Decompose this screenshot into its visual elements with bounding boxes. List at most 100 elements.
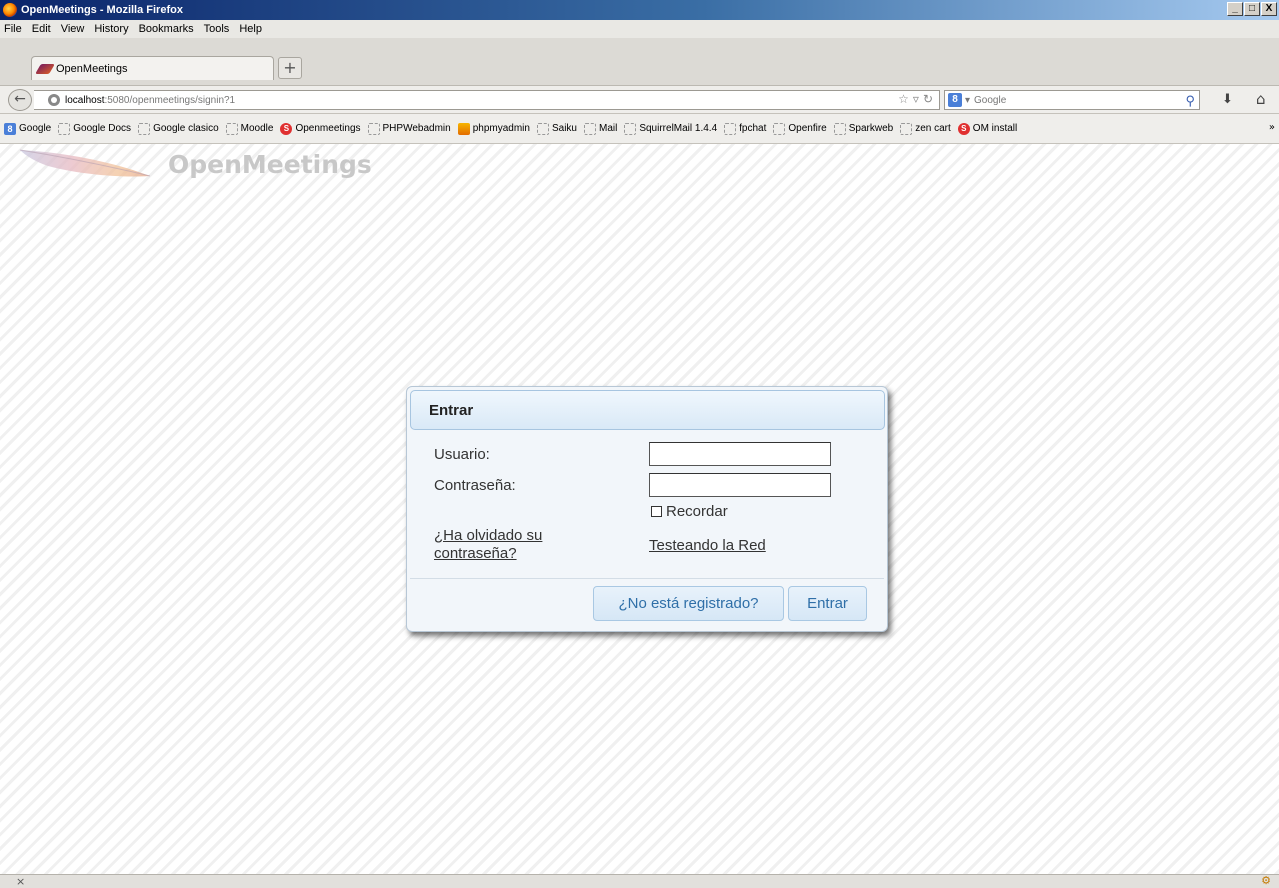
search-engine-dropdown-icon[interactable]: ▾	[965, 95, 970, 106]
bookmark-item[interactable]: Google clasico	[138, 122, 219, 135]
bookmark-label: Openfire	[788, 123, 827, 134]
menu-edit[interactable]: Edit	[32, 23, 51, 35]
bookmark-item[interactable]: 8 Google	[4, 122, 52, 135]
bookmark-star-icon[interactable]: ☆	[898, 92, 909, 106]
page-favicon-icon	[900, 122, 913, 135]
bookmark-label: Saiku	[551, 123, 577, 134]
menu-bookmarks[interactable]: Bookmarks	[139, 23, 194, 35]
addon-bar-icon[interactable]: ⚙	[1261, 874, 1271, 887]
bookmark-item[interactable]: fpchat	[724, 122, 767, 135]
minimize-button[interactable]: _	[1227, 2, 1243, 16]
bookmark-label: zen cart	[915, 123, 951, 134]
bookmark-item[interactable]: zen cart	[900, 122, 951, 135]
bookmark-label: PHPWebadmin	[382, 123, 451, 134]
bookmark-item[interactable]: PHPWebadmin	[367, 122, 451, 135]
tab-label: OpenMeetings	[56, 62, 128, 75]
username-input[interactable]	[649, 442, 831, 466]
forgot-line-2: contraseña?	[434, 545, 517, 562]
page-favicon-icon	[367, 122, 380, 135]
bookmark-label: Google	[19, 123, 52, 134]
close-button[interactable]: X	[1261, 2, 1277, 16]
remember-checkbox[interactable]	[651, 506, 662, 517]
address-bar[interactable]: localhost :5080/openmeetings/signin?1 ☆ …	[34, 90, 940, 110]
bookmark-item[interactable]: Google Docs	[58, 122, 131, 135]
username-label: Usuario:	[434, 446, 490, 463]
page-favicon-icon	[58, 122, 71, 135]
feather-favicon-icon	[35, 63, 55, 74]
url-path: :5080/openmeetings/signin?1	[104, 94, 236, 106]
bookmark-item[interactable]: Sparkweb	[833, 122, 894, 135]
page-favicon-icon	[724, 122, 737, 135]
tab-strip: OpenMeetings +	[0, 38, 1279, 86]
page-favicon-icon	[833, 122, 846, 135]
search-placeholder: Google	[974, 94, 1007, 106]
dialog-divider	[410, 578, 884, 579]
window-titlebar: OpenMeetings - Mozilla Firefox _ □ X	[0, 0, 1279, 20]
globe-icon	[48, 94, 60, 106]
bookmark-item[interactable]: S OM install	[957, 122, 1018, 135]
bookmark-label: fpchat	[739, 123, 767, 134]
bookmark-label: Google clasico	[153, 123, 219, 134]
bookmark-item[interactable]: S Openmeetings	[280, 122, 361, 135]
history-dropdown-icon[interactable]: ▿	[913, 92, 919, 106]
password-label: Contraseña:	[434, 477, 516, 494]
bookmark-label: Openmeetings	[295, 123, 361, 134]
close-findbar-icon[interactable]: ×	[16, 875, 25, 888]
page-favicon-icon	[536, 122, 549, 135]
bookmark-item[interactable]: SquirrelMail 1.4.4	[624, 122, 718, 135]
pma-favicon-icon	[457, 122, 470, 135]
network-test-link[interactable]: Testeando la Red	[649, 537, 766, 555]
remember-me[interactable]: Recordar	[651, 503, 728, 520]
google-favicon-icon: 8	[4, 122, 16, 135]
dialog-title: Entrar	[429, 402, 474, 419]
bookmark-label: Mail	[598, 123, 618, 134]
menu-help[interactable]: Help	[239, 23, 262, 35]
home-icon[interactable]: ⌂	[1256, 90, 1266, 108]
url-actions: ☆ ▿ ↻	[898, 92, 933, 106]
brand-title: OpenMeetings	[168, 150, 372, 179]
page-favicon-icon	[225, 122, 238, 135]
menu-view[interactable]: View	[61, 23, 85, 35]
menu-history[interactable]: History	[94, 23, 128, 35]
menu-file[interactable]: File	[4, 23, 22, 35]
navigation-bar: ← localhost :5080/openmeetings/signin?1 …	[0, 86, 1279, 114]
forgot-password-link[interactable]: ¿Ha olvidado su contraseña?	[434, 527, 542, 563]
google-search-engine-icon[interactable]: 8	[948, 93, 962, 107]
bookmark-item[interactable]: Saiku	[536, 122, 577, 135]
menu-tools[interactable]: Tools	[204, 23, 230, 35]
firefox-icon	[3, 3, 17, 17]
bookmark-item[interactable]: Mail	[583, 122, 618, 135]
bookmark-label: SquirrelMail 1.4.4	[639, 123, 718, 134]
login-dialog: Entrar Usuario: Contraseña: Recordar ¿Ha…	[406, 386, 888, 632]
om-favicon-icon: S	[957, 122, 970, 135]
bookmark-item[interactable]: phpmyadmin	[457, 122, 530, 135]
maximize-button[interactable]: □	[1244, 2, 1260, 16]
apache-feather-logo	[19, 149, 151, 177]
password-input[interactable]	[649, 473, 831, 497]
menu-bar: File Edit View History Bookmarks Tools H…	[0, 20, 1279, 38]
bookmark-label: Sparkweb	[848, 123, 894, 134]
back-button[interactable]: ←	[8, 89, 32, 111]
page-content: OpenMeetings Entrar Usuario: Contraseña:…	[0, 144, 1279, 874]
back-arrow-icon: ←	[14, 91, 26, 107]
bookmarks-overflow-chevron-icon[interactable]: »	[1269, 122, 1275, 133]
search-icon[interactable]: ⚲	[1185, 93, 1195, 109]
new-tab-button[interactable]: +	[278, 57, 302, 79]
page-favicon-icon	[624, 122, 637, 135]
dialog-header: Entrar	[410, 390, 885, 430]
forgot-line-1: ¿Ha olvidado su	[434, 527, 543, 544]
bookmark-item[interactable]: Moodle	[225, 122, 274, 135]
tab-openmeetings[interactable]: OpenMeetings	[31, 56, 274, 80]
register-button[interactable]: ¿No está registrado?	[593, 586, 784, 621]
bookmark-label: OM install	[972, 123, 1018, 134]
page-favicon-icon	[583, 122, 596, 135]
window-title: OpenMeetings - Mozilla Firefox	[21, 4, 183, 16]
search-bar[interactable]: 8 ▾ Google ⚲	[944, 90, 1200, 110]
bookmarks-toolbar: 8 Google Google Docs Google clasico Moodle S O…	[0, 114, 1279, 144]
download-icon[interactable]: ⬇	[1222, 92, 1233, 107]
login-submit-button[interactable]: Entrar	[788, 586, 867, 621]
reload-icon[interactable]: ↻	[923, 92, 933, 106]
bookmark-item[interactable]: Openfire	[773, 122, 827, 135]
om-favicon-icon: S	[280, 122, 293, 135]
bookmark-label: Moodle	[240, 123, 274, 134]
